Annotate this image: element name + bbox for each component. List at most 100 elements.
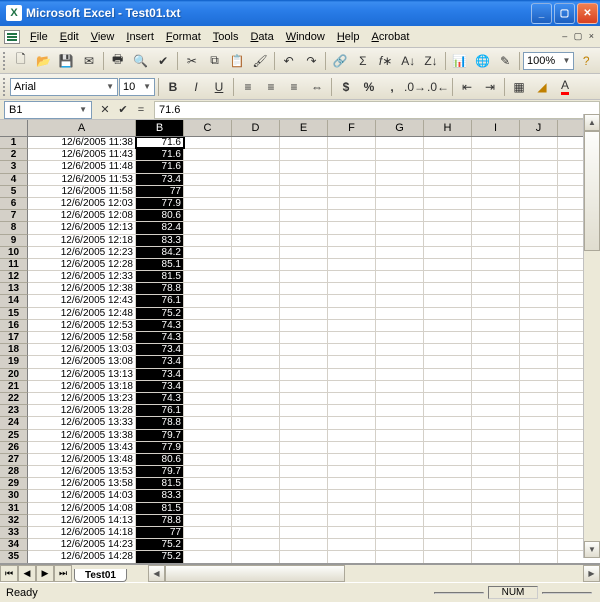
cell[interactable] xyxy=(184,539,232,550)
cell[interactable] xyxy=(184,174,232,185)
cell[interactable] xyxy=(232,478,280,489)
cell[interactable] xyxy=(376,259,424,270)
cell[interactable] xyxy=(184,466,232,477)
cell[interactable] xyxy=(232,551,280,562)
cell[interactable] xyxy=(376,490,424,501)
cell[interactable] xyxy=(376,271,424,282)
cell[interactable] xyxy=(280,503,328,514)
cell[interactable]: 77 xyxy=(136,527,184,538)
cell[interactable] xyxy=(424,174,472,185)
percent-icon[interactable]: % xyxy=(358,76,380,98)
cell[interactable]: 80.6 xyxy=(136,210,184,221)
cell[interactable]: 12/6/2005 12:33 xyxy=(28,271,136,282)
cell[interactable] xyxy=(232,490,280,501)
cell[interactable] xyxy=(184,393,232,404)
cell[interactable]: 12/6/2005 13:38 xyxy=(28,430,136,441)
cell[interactable] xyxy=(232,393,280,404)
spellcheck-icon[interactable]: ✔ xyxy=(152,50,174,72)
cell[interactable]: 77 xyxy=(136,186,184,197)
cell[interactable] xyxy=(376,515,424,526)
cell[interactable]: 12/6/2005 12:58 xyxy=(28,332,136,343)
cell[interactable]: 12/6/2005 14:03 xyxy=(28,490,136,501)
cell[interactable]: 74.3 xyxy=(136,320,184,331)
row-header[interactable]: 28 xyxy=(0,466,28,478)
cell[interactable] xyxy=(232,235,280,246)
cell[interactable] xyxy=(520,320,558,331)
cell[interactable] xyxy=(520,539,558,550)
cell[interactable] xyxy=(232,344,280,355)
cell[interactable] xyxy=(472,295,520,306)
map-icon[interactable]: 🌐 xyxy=(472,50,494,72)
cell[interactable] xyxy=(328,454,376,465)
cell[interactable] xyxy=(232,430,280,441)
cell[interactable] xyxy=(328,198,376,209)
row-header[interactable]: 1 xyxy=(0,137,28,149)
cell[interactable] xyxy=(280,490,328,501)
cell[interactable] xyxy=(520,381,558,392)
vertical-scrollbar[interactable]: ▲ ▼ xyxy=(583,114,600,558)
cell[interactable] xyxy=(232,259,280,270)
cell[interactable] xyxy=(184,551,232,562)
cell[interactable] xyxy=(280,356,328,367)
cell[interactable] xyxy=(184,381,232,392)
cell[interactable] xyxy=(424,283,472,294)
sort-asc-icon[interactable]: A↓ xyxy=(397,50,419,72)
cell[interactable] xyxy=(232,271,280,282)
cell[interactable] xyxy=(376,393,424,404)
cell[interactable] xyxy=(376,356,424,367)
scroll-down-icon[interactable]: ▼ xyxy=(584,541,600,558)
help-icon[interactable]: ? xyxy=(575,50,597,72)
cell[interactable] xyxy=(184,210,232,221)
cell[interactable]: 83.3 xyxy=(136,490,184,501)
cell[interactable] xyxy=(280,466,328,477)
cell[interactable] xyxy=(472,478,520,489)
cell[interactable] xyxy=(424,210,472,221)
menu-help[interactable]: Help xyxy=(331,29,366,45)
cell[interactable] xyxy=(232,417,280,428)
cell[interactable] xyxy=(424,503,472,514)
cell[interactable]: 12/6/2005 13:43 xyxy=(28,442,136,453)
cell[interactable]: 12/6/2005 12:03 xyxy=(28,198,136,209)
cell[interactable]: 77.9 xyxy=(136,442,184,453)
cell[interactable] xyxy=(520,295,558,306)
cell[interactable] xyxy=(280,515,328,526)
function-icon[interactable]: f∗ xyxy=(375,50,397,72)
cell[interactable] xyxy=(328,393,376,404)
cell[interactable]: 73.4 xyxy=(136,344,184,355)
font-size-select[interactable]: 10▼ xyxy=(119,78,155,96)
cell[interactable] xyxy=(280,247,328,258)
cell[interactable]: 78.8 xyxy=(136,515,184,526)
cell[interactable]: 12/6/2005 13:13 xyxy=(28,369,136,380)
cell[interactable] xyxy=(376,417,424,428)
increase-indent-icon[interactable]: ⇥ xyxy=(479,76,501,98)
col-header-D[interactable]: D xyxy=(232,120,280,136)
cell[interactable]: 12/6/2005 14:23 xyxy=(28,539,136,550)
cell[interactable] xyxy=(376,503,424,514)
cell[interactable] xyxy=(472,356,520,367)
toolbar-grip[interactable] xyxy=(3,78,6,96)
open-icon[interactable]: 📂 xyxy=(33,50,55,72)
cell[interactable] xyxy=(328,430,376,441)
cell[interactable]: 12/6/2005 12:23 xyxy=(28,247,136,258)
cell[interactable] xyxy=(328,405,376,416)
cell[interactable] xyxy=(520,308,558,319)
cell[interactable] xyxy=(328,356,376,367)
cell[interactable] xyxy=(376,137,424,148)
align-right-icon[interactable]: ≡ xyxy=(283,76,305,98)
cell[interactable] xyxy=(520,405,558,416)
cell[interactable] xyxy=(520,515,558,526)
hyperlink-icon[interactable]: 🔗 xyxy=(329,50,351,72)
cell[interactable] xyxy=(232,161,280,172)
cell[interactable] xyxy=(424,442,472,453)
cell[interactable] xyxy=(184,295,232,306)
italic-icon[interactable]: I xyxy=(185,76,207,98)
cell[interactable]: 76.1 xyxy=(136,295,184,306)
cell[interactable] xyxy=(520,161,558,172)
col-header-E[interactable]: E xyxy=(280,120,328,136)
underline-icon[interactable]: U xyxy=(208,76,230,98)
hscroll-thumb[interactable] xyxy=(165,565,345,582)
cell[interactable] xyxy=(232,210,280,221)
cell[interactable]: 82.4 xyxy=(136,222,184,233)
cell[interactable] xyxy=(472,490,520,501)
cell[interactable] xyxy=(184,320,232,331)
